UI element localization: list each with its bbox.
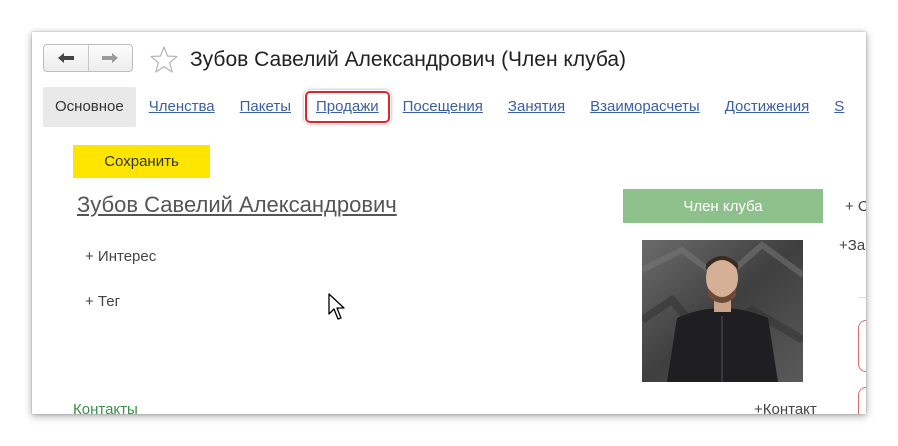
add-contact-link[interactable]: +Контакт bbox=[754, 401, 817, 414]
back-button[interactable] bbox=[44, 45, 88, 71]
add-tag-link[interactable]: + Тег bbox=[85, 293, 120, 310]
right-card-2 bbox=[858, 387, 866, 414]
add-interest-link[interactable]: + Интерес bbox=[85, 248, 156, 265]
forward-button[interactable] bbox=[87, 45, 133, 71]
tab-visits[interactable]: Посещения bbox=[403, 87, 483, 127]
client-photo bbox=[642, 240, 803, 382]
arrow-right-icon bbox=[102, 53, 119, 63]
right-add-link-1[interactable]: + С bbox=[845, 198, 866, 215]
save-button[interactable]: Сохранить bbox=[73, 145, 210, 178]
page-title: Зубов Савелий Александрович (Член клуба) bbox=[190, 48, 627, 71]
tab-packages[interactable]: Пакеты bbox=[240, 87, 291, 127]
right-add-link-2[interactable]: +За bbox=[839, 237, 865, 254]
star-outline-icon[interactable] bbox=[148, 44, 180, 76]
tab-settlements[interactable]: Взаиморасчеты bbox=[590, 87, 700, 127]
divider bbox=[858, 297, 866, 298]
tab-main[interactable]: Основное bbox=[43, 87, 136, 127]
history-nav bbox=[43, 44, 133, 72]
arrow-left-icon bbox=[57, 53, 74, 63]
tab-bar: Основное Членства Пакеты Продажи Посещен… bbox=[43, 87, 866, 127]
contacts-section-link[interactable]: Контакты bbox=[73, 401, 138, 414]
mouse-pointer-icon bbox=[328, 293, 345, 320]
tab-classes[interactable]: Занятия bbox=[508, 87, 565, 127]
tab-sales[interactable]: Продажи bbox=[304, 90, 391, 124]
client-card-window: Зубов Савелий Александрович (Член клуба)… bbox=[32, 32, 866, 414]
client-name-link[interactable]: Зубов Савелий Александрович bbox=[77, 192, 397, 218]
status-badge: Член клуба bbox=[623, 189, 823, 223]
right-card-1 bbox=[858, 320, 866, 372]
tab-achievements[interactable]: Достижения bbox=[725, 87, 810, 127]
tab-memberships[interactable]: Членства bbox=[149, 87, 215, 127]
tab-more[interactable]: S bbox=[834, 87, 844, 127]
